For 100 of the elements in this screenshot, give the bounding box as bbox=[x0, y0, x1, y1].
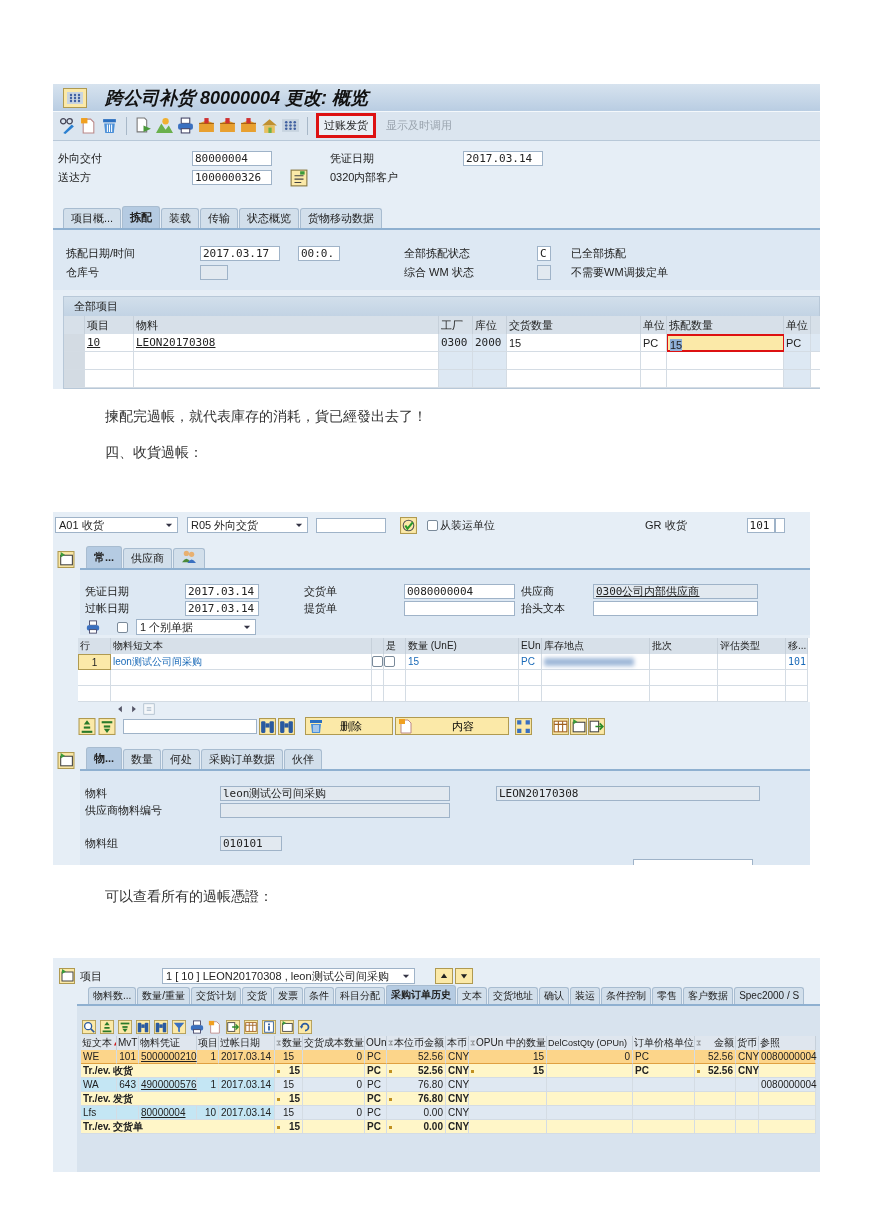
tab[interactable]: 供应商 bbox=[123, 548, 173, 568]
input-field[interactable]: LEON20170308 bbox=[496, 785, 760, 801]
box-icon[interactable] bbox=[219, 117, 236, 135]
column-header[interactable]: 数量 bbox=[275, 1036, 303, 1050]
checkbox[interactable] bbox=[384, 656, 395, 667]
column-header[interactable]: 过帐日期 bbox=[219, 1036, 275, 1050]
tab[interactable]: 文本 bbox=[457, 987, 488, 1004]
printer-icon[interactable] bbox=[177, 117, 194, 135]
tab[interactable]: 采购订单历史 bbox=[386, 985, 457, 1004]
column-header[interactable]: 项目 bbox=[197, 1036, 219, 1050]
box-icon[interactable] bbox=[240, 117, 257, 135]
tab[interactable]: 客户数据 bbox=[683, 987, 734, 1004]
layout-icon[interactable] bbox=[279, 1020, 295, 1034]
input-field[interactable]: 00:0. bbox=[298, 245, 340, 261]
tab[interactable]: Spec2000 / S bbox=[734, 987, 805, 1004]
transfer-icon[interactable] bbox=[588, 717, 605, 735]
dropdown[interactable]: 1 个别单据 bbox=[136, 619, 256, 635]
input-field[interactable]: 010101 bbox=[220, 835, 282, 851]
trash-icon[interactable] bbox=[101, 117, 118, 135]
next-item-button[interactable] bbox=[455, 968, 473, 984]
tab[interactable]: 交货 bbox=[242, 987, 273, 1004]
row-number-button[interactable]: 1 bbox=[78, 654, 111, 670]
dropdown[interactable]: A01 收货 bbox=[55, 517, 178, 533]
input-field[interactable]: leon测试公司间采购 bbox=[220, 785, 450, 801]
checkbox[interactable] bbox=[117, 621, 128, 633]
layout-icon[interactable] bbox=[57, 968, 77, 984]
input-field[interactable] bbox=[537, 264, 551, 280]
delete-button[interactable]: 删除 bbox=[305, 717, 393, 735]
filter-icon[interactable] bbox=[171, 1020, 187, 1034]
add-row-icon[interactable] bbox=[570, 717, 587, 735]
column-header[interactable]: 订单价格单位 bbox=[633, 1036, 695, 1050]
tab[interactable]: 货物移动数据 bbox=[300, 208, 383, 229]
input-field[interactable]: C bbox=[537, 245, 551, 261]
input-field[interactable]: 15 bbox=[667, 334, 784, 352]
column-header[interactable]: 货币 bbox=[736, 1036, 759, 1050]
table-icon[interactable] bbox=[243, 1020, 259, 1034]
binoculars-icon[interactable] bbox=[153, 1020, 169, 1034]
tab[interactable]: 状态概览 bbox=[239, 208, 300, 229]
column-header[interactable]: 参照 bbox=[759, 1036, 816, 1050]
tab[interactable]: 物... bbox=[86, 747, 123, 769]
tab[interactable]: 交货地址 bbox=[488, 987, 539, 1004]
input-field[interactable]: 2017.03.14 bbox=[463, 151, 543, 166]
tab[interactable]: 零售 bbox=[652, 987, 683, 1004]
execute-icon[interactable] bbox=[400, 516, 417, 534]
column-header[interactable]: OUn bbox=[365, 1036, 387, 1050]
tab[interactable]: 发票 bbox=[273, 987, 304, 1004]
tab[interactable]: 数量/重量 bbox=[137, 987, 191, 1004]
export-icon[interactable] bbox=[225, 1020, 241, 1034]
details-icon[interactable] bbox=[81, 1020, 97, 1034]
input-field[interactable]: 2017.03.14 bbox=[185, 583, 259, 599]
table-cell[interactable]: 10 bbox=[85, 334, 134, 352]
column-header[interactable]: 短文本 bbox=[81, 1036, 117, 1050]
tab[interactable]: 伙伴 bbox=[284, 749, 323, 769]
input-field[interactable] bbox=[404, 600, 515, 616]
toolbar-button[interactable]: 过账发货 bbox=[318, 115, 374, 137]
input-field[interactable]: 0080000004 bbox=[404, 583, 515, 599]
tab[interactable]: 物料数... bbox=[88, 987, 137, 1004]
column-header[interactable]: 本位币金额 bbox=[387, 1036, 446, 1050]
input-field[interactable] bbox=[774, 517, 785, 533]
tab[interactable]: 采购订单数据 bbox=[201, 749, 284, 769]
tab[interactable]: 科目分配 bbox=[335, 987, 386, 1004]
refresh-icon[interactable] bbox=[297, 1020, 313, 1034]
column-header[interactable]: 金额 bbox=[695, 1036, 736, 1050]
binoculars-icon[interactable] bbox=[278, 717, 295, 735]
input-field[interactable] bbox=[123, 718, 257, 734]
column-header[interactable]: 交货成本数量 bbox=[303, 1036, 365, 1050]
sort-ascending-icon[interactable] bbox=[99, 1020, 115, 1034]
expand-icon[interactable] bbox=[515, 717, 532, 735]
table-icon[interactable] bbox=[552, 717, 569, 735]
tab[interactable]: 常... bbox=[86, 546, 123, 568]
tab[interactable]: 拣配 bbox=[122, 206, 161, 229]
input-field[interactable]: 2017.03.14 bbox=[185, 600, 259, 616]
layout-icon[interactable] bbox=[56, 551, 76, 568]
previous-item-button[interactable] bbox=[435, 968, 453, 984]
tab[interactable]: 项目概... bbox=[63, 208, 122, 229]
content-button[interactable]: 内容 bbox=[395, 717, 509, 735]
tab[interactable]: 条件 bbox=[304, 987, 335, 1004]
table-cell[interactable]: 4900000576 bbox=[139, 1078, 197, 1092]
column-header[interactable]: 物料凭证 bbox=[139, 1036, 197, 1050]
tab[interactable]: 何处 bbox=[162, 749, 201, 769]
box-icon[interactable] bbox=[198, 117, 215, 135]
input-field[interactable] bbox=[316, 517, 386, 533]
tab[interactable]: 确认 bbox=[539, 987, 570, 1004]
sort-descending-icon[interactable] bbox=[98, 717, 116, 735]
checkbox[interactable] bbox=[372, 656, 383, 667]
binoculars-icon[interactable] bbox=[135, 1020, 151, 1034]
input-field[interactable]: 1000000326 bbox=[192, 170, 272, 185]
layout-icon[interactable] bbox=[56, 752, 76, 769]
grid-icon[interactable] bbox=[282, 117, 299, 135]
dropdown[interactable]: R05 外向交货 bbox=[187, 517, 308, 533]
menu-icon[interactable] bbox=[63, 87, 87, 108]
input-field[interactable]: 0300公司内部供应商 bbox=[593, 583, 758, 599]
info-icon[interactable] bbox=[261, 1020, 277, 1034]
tab[interactable]: 条件控制 bbox=[601, 987, 652, 1004]
house-icon[interactable] bbox=[261, 117, 278, 135]
tab[interactable] bbox=[173, 548, 206, 568]
printer-icon[interactable] bbox=[189, 1020, 205, 1034]
glasses-pencil-icon[interactable] bbox=[59, 117, 76, 135]
input-field[interactable]: 80000004 bbox=[192, 151, 272, 166]
input-field[interactable] bbox=[593, 600, 758, 616]
